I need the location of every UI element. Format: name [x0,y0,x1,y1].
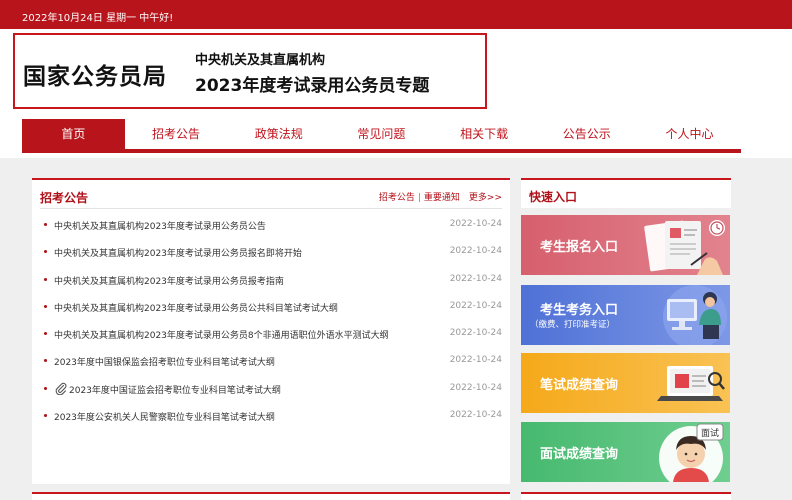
bullet-icon [44,386,47,390]
list-item[interactable]: 中央机关及其直属机构2023年度考试录用公务员报名即将开始 2022-10-24 [40,239,502,266]
news-title[interactable]: 中央机关及其直属机构2023年度考试录用公务员公共科目笔试考试大纲 [54,301,338,314]
tab-recruitment-notices[interactable]: 招考公告 [379,193,415,203]
registration-entry-button[interactable]: 考生报名入口 [521,215,730,275]
nav-item-personal-center[interactable]: 个人中心 [638,119,741,149]
news-date: 2022-10-24 [449,410,502,421]
list-item[interactable]: 中央机关及其直属机构2023年度考试录用公务员8个非通用语职位外语水平测试大纲 … [40,321,502,348]
nav-item-downloads[interactable]: 相关下载 [433,119,536,149]
quick-entry-title: 快速入口 [529,190,578,204]
top-bar: 2022年10月24日 星期一 中午好! [0,0,792,29]
card-label: 笔试成绩查询 [540,378,619,393]
bullet-icon [44,250,47,254]
interview-badge: 面试 [701,427,719,439]
list-item[interactable]: 中央机关及其直属机构2023年度考试录用公务员公共科目笔试考试大纲 2022-1… [40,294,502,321]
news-title[interactable]: 中央机关及其直属机构2023年度考试录用公务员8个非通用语职位外语水平测试大纲 [54,328,389,341]
news-list: 中央机关及其直属机构2023年度考试录用公务员公告 2022-10-24 中央机… [40,212,502,430]
logo-text: 国家公务员局 [23,63,167,90]
news-title[interactable]: 2023年度中国证监会招考职位专业科目笔试考试大纲 [69,383,281,396]
next-panel-right [521,492,731,500]
bullet-icon [44,332,47,336]
divider [40,208,502,209]
nav-item-public-notices[interactable]: 公告公示 [535,119,638,149]
laptop-magnifier-icon [657,366,725,401]
bullet-icon [44,304,47,308]
quick-entry-header: 快速入口 [521,178,731,208]
news-date: 2022-10-24 [449,382,502,393]
news-date: 2022-10-24 [449,219,502,229]
news-date: 2022-10-24 [449,355,502,366]
nav-item-faq[interactable]: 常见问题 [330,119,433,149]
news-title[interactable]: 中央机关及其直属机构2023年度考试录用公务员公告 [54,219,266,232]
logo-subtitle-org: 中央机关及其直属机构 [195,53,326,68]
paperclip-icon [55,382,67,395]
list-item[interactable]: 中央机关及其直属机构2023年度考试录用公务员报考指南 2022-10-24 [40,267,502,294]
exam-affairs-entry-button[interactable]: 考生考务入口 （缴费、打印准考证） [521,285,730,345]
card-label: 考生考务入口 [540,303,619,318]
news-title[interactable]: 2023年度中国银保监会招考职位专业科目笔试考试大纲 [54,355,275,368]
tab-separator: | [417,193,421,203]
tab-important-notices[interactable]: 重要通知 [424,193,460,203]
news-date: 2022-10-24 [449,328,502,339]
panel-title: 招考公告 [40,191,89,205]
panel-tabs: 招考公告 | 重要通知 更多>> [379,190,502,203]
news-date: 2022-10-24 [449,273,502,284]
list-item[interactable]: 2023年度公安机关人民警察职位专业科目笔试考试大纲 2022-10-24 [40,403,502,430]
date-greeting: 2022年10月24日 星期一 中午好! [22,13,174,24]
written-score-query-button[interactable]: 笔试成绩查询 [521,353,730,413]
news-date: 2022-10-24 [449,246,502,257]
more-link[interactable]: 更多>> [469,193,502,203]
interview-score-query-button[interactable]: 面试成绩查询 面试 [521,422,730,482]
bullet-icon [44,223,47,226]
news-date: 2022-10-24 [449,300,502,311]
logo-subtitle-topic: 2023年度考试录用公务员专题 [195,76,430,96]
computer-user-icon [663,285,727,345]
card-note: （缴费、打印准考证） [530,320,616,330]
bullet-icon [44,414,47,418]
main-nav: 首页 招考公告 政策法规 常见问题 相关下载 公告公示 个人中心 [22,119,741,153]
site-logo-banner[interactable]: 国家公务员局 中央机关及其直属机构 2023年度考试录用公务员专题 [13,33,487,109]
next-panel-left [32,492,510,500]
list-item[interactable]: 2023年度中国银保监会招考职位专业科目笔试考试大纲 2022-10-24 [40,348,502,375]
news-title[interactable]: 中央机关及其直属机构2023年度考试录用公务员报考指南 [54,274,284,287]
news-title[interactable]: 中央机关及其直属机构2023年度考试录用公务员报名即将开始 [54,246,302,259]
bullet-icon [44,277,47,281]
bullet-icon [44,359,47,363]
nav-item-policies[interactable]: 政策法规 [227,119,330,149]
registration-form-icon [644,220,725,275]
card-label: 考生报名入口 [540,240,619,255]
interview-avatar-icon: 面试 [659,423,724,482]
nav-item-home[interactable]: 首页 [22,119,125,149]
nav-item-recruitment-notices[interactable]: 招考公告 [125,119,228,149]
announcements-panel: 招考公告 招考公告 | 重要通知 更多>> 中央机关及其直属机构2023年度考试录用公… [32,178,510,484]
list-item[interactable]: 中央机关及其直属机构2023年度考试录用公务员公告 2022-10-24 [40,212,502,239]
news-title[interactable]: 2023年度公安机关人民警察职位专业科目笔试考试大纲 [54,410,275,423]
card-label: 面试成绩查询 [540,447,619,462]
list-item[interactable]: 2023年度中国证监会招考职位专业科目笔试考试大纲 2022-10-24 [40,376,502,403]
